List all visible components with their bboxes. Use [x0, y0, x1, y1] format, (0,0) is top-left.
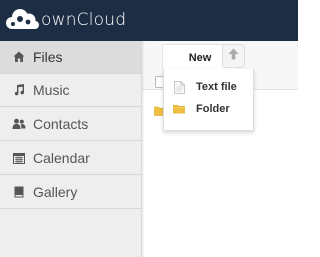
calendar-icon: [12, 151, 26, 165]
sidebar-item-gallery[interactable]: Gallery: [0, 176, 141, 209]
sidebar-item-contacts[interactable]: Contacts: [0, 108, 141, 141]
app-header: ownCloud: [0, 0, 298, 41]
menu-item-text-file[interactable]: Text file: [164, 76, 255, 98]
sidebar-item-label: Music: [33, 82, 70, 98]
image-icon: [12, 185, 26, 199]
upload-arrow-icon: [228, 47, 239, 65]
sidebar-item-calendar[interactable]: Calendar: [0, 142, 141, 175]
folder-icon: [173, 102, 185, 116]
new-dropdown-menu: Text file Folder: [163, 69, 254, 131]
sidebar-item-music[interactable]: Music: [0, 74, 141, 107]
sidebar-item-label: Gallery: [33, 184, 78, 200]
home-icon: [12, 50, 26, 64]
sidebar: Files Music Contacts Calendar Gallery: [0, 41, 142, 257]
menu-item-folder[interactable]: Folder: [164, 98, 255, 120]
upload-button[interactable]: [222, 44, 245, 68]
new-button-label: New: [188, 51, 212, 64]
people-icon: [12, 117, 26, 131]
sidebar-item-label: Files: [33, 49, 63, 65]
owncloud-logo[interactable]: ownCloud: [4, 6, 126, 34]
text-file-icon: [173, 80, 185, 94]
sidebar-item-files[interactable]: Files: [0, 41, 141, 74]
music-note-icon: [12, 83, 26, 97]
sidebar-item-label: Calendar: [33, 150, 90, 166]
sidebar-shadow: [142, 41, 145, 257]
brand-name: ownCloud: [41, 10, 127, 30]
menu-item-label: Folder: [196, 103, 230, 115]
menu-item-label: Text file: [196, 81, 237, 93]
sidebar-item-label: Contacts: [33, 116, 89, 132]
cloud-logo-icon: [4, 7, 40, 33]
